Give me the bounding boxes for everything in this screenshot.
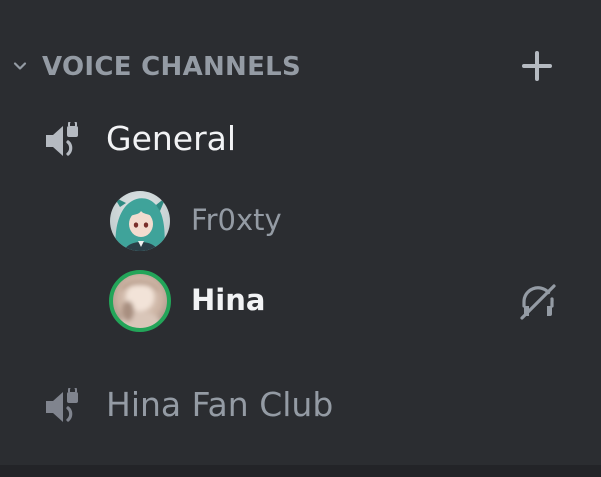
voice-user-hina[interactable]: Hina <box>0 266 601 336</box>
channel-sidebar: VOICE CHANNELS General Fr0xty Hina Hina … <box>0 0 601 477</box>
voice-user-name: Hina <box>191 283 266 317</box>
speaking-indicator-ring <box>109 270 171 332</box>
channel-name: Hina Fan Club <box>106 385 334 424</box>
speaker-lock-icon <box>44 119 90 160</box>
voice-channels-category[interactable]: VOICE CHANNELS <box>0 44 601 88</box>
speaker-lock-icon <box>44 385 90 426</box>
voice-user-fr0xty[interactable]: Fr0xty <box>0 186 601 256</box>
channel-name: General <box>106 119 237 158</box>
category-label[interactable]: VOICE CHANNELS <box>42 52 301 82</box>
plus-icon[interactable] <box>519 48 555 84</box>
voice-user-name: Fr0xty <box>191 203 282 237</box>
voice-channel-general[interactable]: General <box>0 108 601 168</box>
voice-channel-hina-fan-club[interactable]: Hina Fan Club <box>0 374 601 434</box>
chevron-down-icon[interactable] <box>12 58 28 74</box>
deafened-headphones-icon <box>518 282 558 322</box>
avatar <box>110 191 170 251</box>
